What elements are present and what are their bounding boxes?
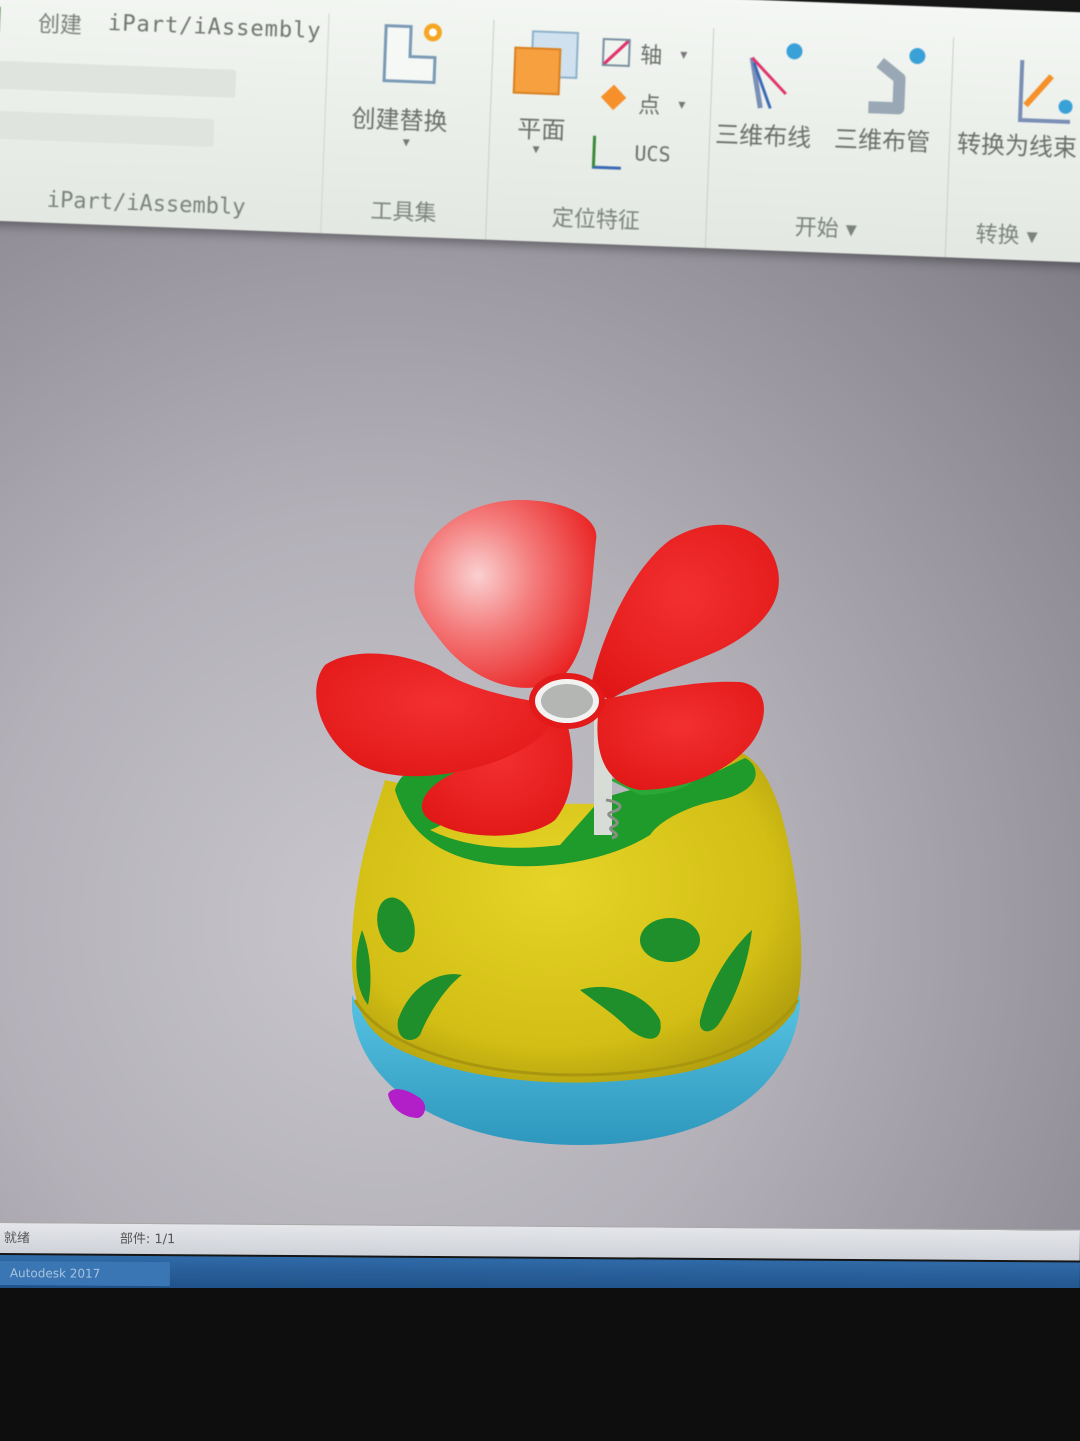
pipe-3d-icon xyxy=(868,48,926,115)
axis-icon xyxy=(601,37,631,68)
model-body xyxy=(351,750,802,1083)
ribbon-group-work-features: 平面 ▾ 轴 ▾ 点 ▾ UCS 定位特征 xyxy=(485,19,715,249)
status-middle: 部件: 1/1 xyxy=(119,1231,176,1248)
app-logo-icon xyxy=(0,6,19,34)
screen: 创建 iPart/iAssembly iPart/iAssembly 创建替换 … xyxy=(0,0,1080,1441)
create-substitute-button[interactable]: 创建替换 ▾ xyxy=(338,14,484,169)
ribbon-group-toolset: 创建替换 ▾ 工具集 xyxy=(320,13,495,240)
harness-icon xyxy=(1017,60,1073,124)
plane-button[interactable]: 平面 ▾ xyxy=(498,20,594,173)
plane-icon xyxy=(512,30,580,96)
ucs-icon xyxy=(591,135,623,170)
pipe-3d-button[interactable]: 三维布管 xyxy=(832,33,953,187)
blurred-control-2[interactable] xyxy=(0,110,215,148)
chevron-down-icon: ▾ xyxy=(402,134,411,151)
group-label-convert: 转换 ▾ xyxy=(975,222,1039,250)
route-3d-button[interactable]: 三维布线 xyxy=(708,28,834,182)
create-label[interactable]: 创建 xyxy=(37,6,82,40)
convert-harness-button[interactable]: 转换为线束 xyxy=(947,37,1080,193)
plane-label: 平面 xyxy=(516,114,566,145)
taskbar-item[interactable]: Autodesk 2017 xyxy=(0,1260,170,1287)
point-icon xyxy=(600,84,627,111)
ribbon-group-ipart: 创建 iPart/iAssembly iPart/iAssembly xyxy=(0,0,330,234)
flower-model[interactable] xyxy=(0,200,1080,1230)
ribbon-group-convert: 转换为线束 转换 ▾ xyxy=(945,37,1080,263)
ipart-path[interactable]: iPart/iAssembly xyxy=(108,11,322,44)
ucs-button[interactable]: UCS xyxy=(588,135,699,180)
chevron-down-icon: ▾ xyxy=(678,96,686,114)
ucs-label: UCS xyxy=(633,141,672,167)
chevron-down-icon: ▾ xyxy=(679,46,688,64)
group-label-ipart: iPart/iAssembly xyxy=(46,187,246,221)
point-button[interactable]: 点 ▾ xyxy=(600,84,701,124)
group-label-begin: 开始 ▾ xyxy=(794,215,858,243)
blurred-control[interactable] xyxy=(0,60,237,98)
group-label-work-features: 定位特征 xyxy=(551,206,641,235)
substitute-icon xyxy=(382,23,442,85)
status-bar: 就绪 部件: 1/1 xyxy=(0,1222,1080,1261)
monitor-bezel xyxy=(0,1288,1080,1441)
route-3d-icon xyxy=(749,43,803,109)
pipe-3d-label: 三维布管 xyxy=(833,124,931,157)
convert-harness-label: 转换为线束 xyxy=(956,129,1078,163)
chevron-down-icon: ▾ xyxy=(532,141,540,158)
graphics-viewport[interactable] xyxy=(0,200,1080,1230)
axis-button[interactable]: 轴 ▾ xyxy=(601,34,703,74)
status-left: 就绪 xyxy=(3,1231,30,1247)
group-label-toolset: 工具集 xyxy=(370,199,437,227)
ribbon: 创建 iPart/iAssembly iPart/iAssembly 创建替换 … xyxy=(0,0,1080,264)
route-3d-label: 三维布线 xyxy=(714,120,812,153)
ribbon-group-begin: 三维布线 三维布管 开始 ▾ xyxy=(704,28,955,258)
point-label: 点 xyxy=(637,93,661,120)
axis-label: 轴 xyxy=(639,43,663,70)
create-substitute-label: 创建替换 xyxy=(351,104,449,137)
